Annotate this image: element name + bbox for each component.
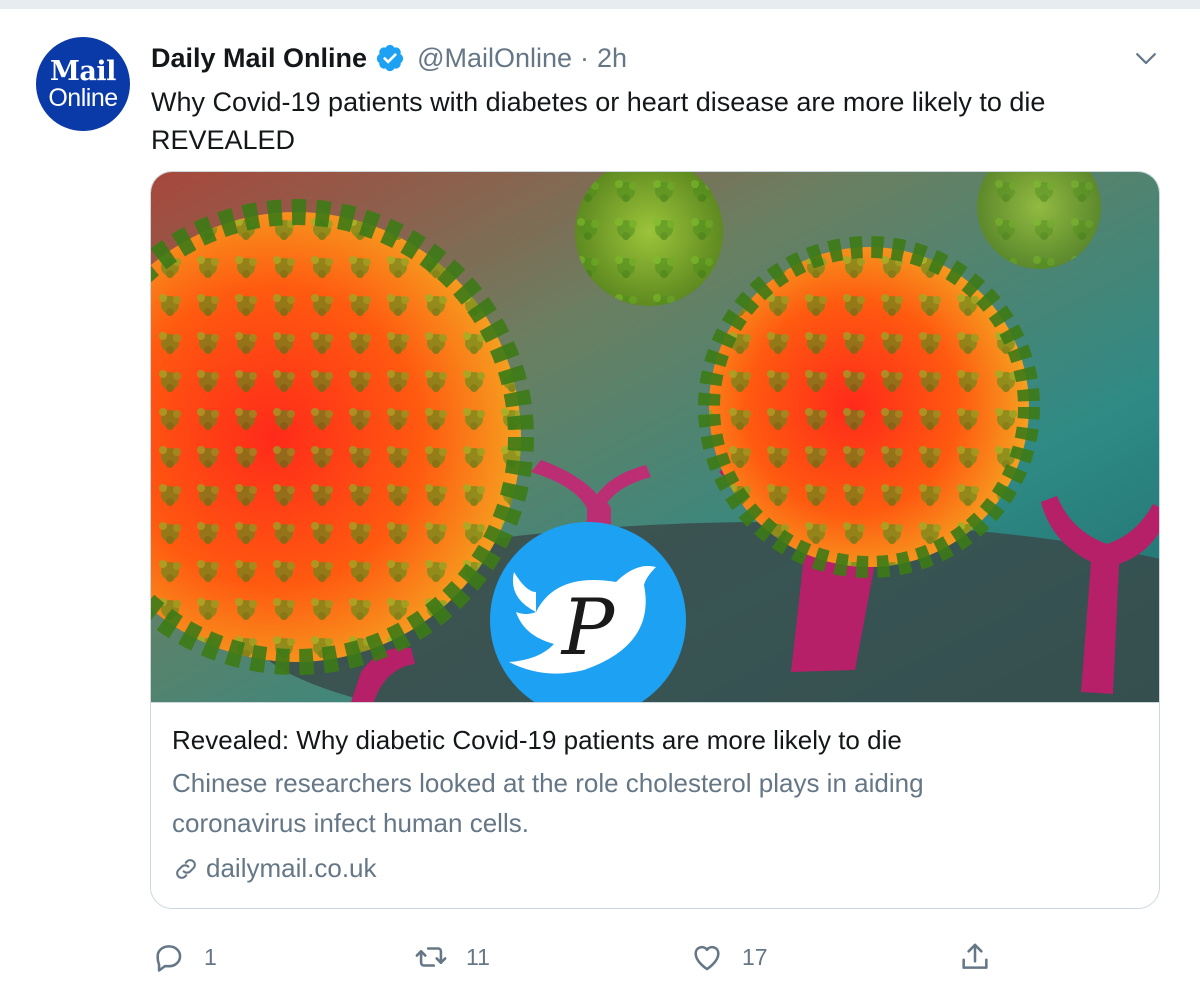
link-icon — [176, 858, 196, 879]
retweet-count: 11 — [466, 943, 490, 970]
card-description: Chinese researchers looked at the role c… — [172, 768, 924, 838]
reply-button[interactable]: 1 — [152, 937, 217, 977]
card-body: Revealed: Why diabetic Covid-19 patients… — [151, 702, 1159, 908]
coronavirus-image: P — [151, 172, 1159, 702]
like-button[interactable]: 17 — [690, 937, 768, 977]
retweet-button[interactable]: 11 — [414, 937, 490, 977]
share-icon — [962, 943, 988, 969]
chevron-down-icon[interactable] — [1131, 43, 1161, 73]
reply-count: 1 — [204, 943, 217, 970]
avatar-logo-line2: Online — [48, 84, 118, 112]
verified-badge-icon — [376, 44, 404, 72]
reply-icon — [156, 945, 182, 972]
card-link[interactable]: dailymail.co.uk — [172, 853, 377, 884]
author-name[interactable]: Daily Mail Online — [151, 43, 367, 74]
tweet[interactable]: Mail Online Daily Mail Online @MailOnlin… — [0, 8, 1200, 989]
tweet-actions: 1 11 17 — [0, 937, 1200, 977]
link-card[interactable]: P Revealed: Why diabetic Covid-19 patien… — [150, 171, 1160, 909]
author-handle[interactable]: @MailOnline — [417, 43, 572, 74]
tweet-text: Why Covid-19 patients with diabetes or h… — [151, 87, 1046, 155]
heart-icon — [694, 945, 720, 971]
tweet-timestamp[interactable]: 2h — [597, 43, 627, 74]
avatar-logo-line1: Mail — [50, 56, 116, 87]
avatar[interactable]: Mail Online — [36, 37, 130, 131]
like-count: 17 — [742, 943, 768, 970]
share-button[interactable] — [958, 937, 992, 977]
separator-dot: · — [580, 42, 590, 73]
retweet-icon — [415, 947, 447, 967]
card-domain: dailymail.co.uk — [206, 853, 377, 883]
svg-text:P: P — [560, 583, 616, 673]
tweet-header: Daily Mail Online @MailOnline · 2h — [151, 39, 627, 77]
card-title: Revealed: Why diabetic Covid-19 patients… — [172, 725, 902, 755]
